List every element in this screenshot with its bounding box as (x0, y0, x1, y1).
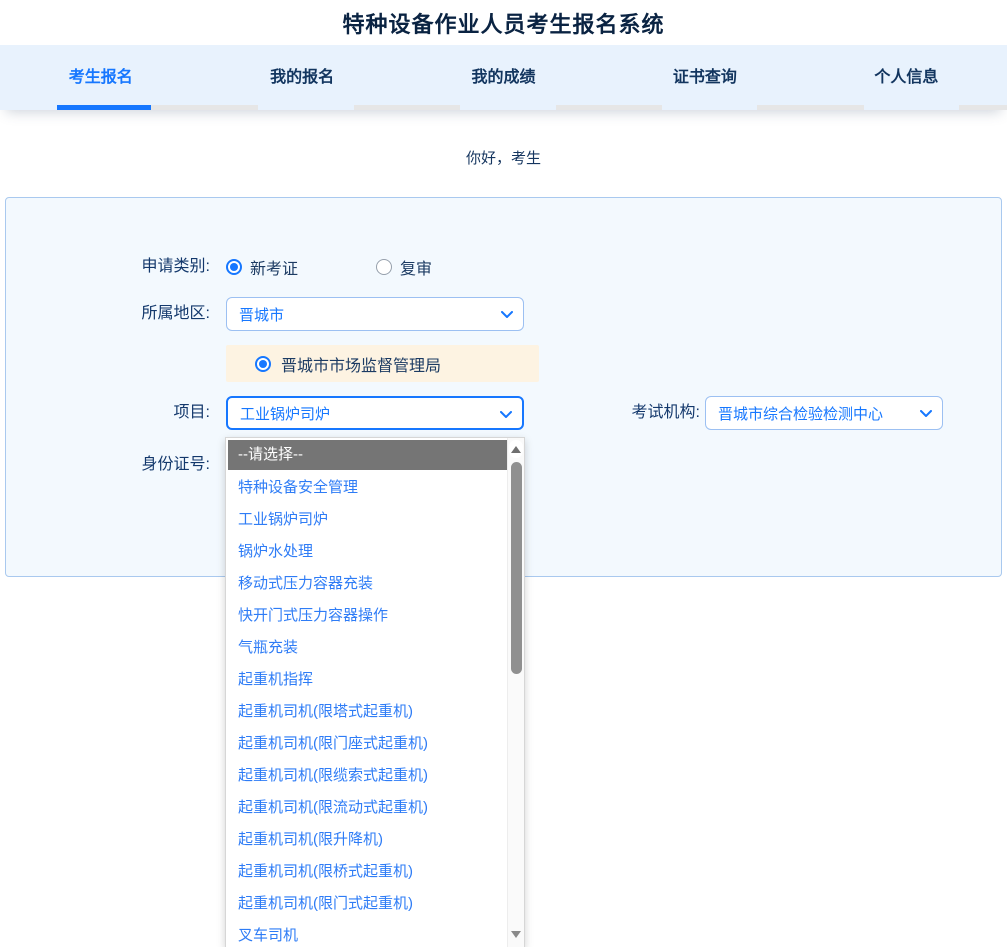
chevron-down-icon (501, 311, 513, 319)
dropdown-option[interactable]: 起重机司机(限塔式起重机) (228, 696, 507, 728)
radio-unchecked-icon (376, 259, 392, 275)
dropdown-scrollbar[interactable] (507, 438, 524, 947)
radio-checked-icon (226, 259, 242, 275)
dropdown-option[interactable]: 起重机司机(限门座式起重机) (228, 728, 507, 760)
dropdown-option[interactable]: 气瓶充装 (228, 632, 507, 664)
radio-option-label: 新考证 (250, 255, 298, 279)
tab-personal-info[interactable]: 个人信息 (806, 45, 1007, 105)
dropdown-option[interactable]: 起重机指挥 (228, 664, 507, 696)
authority-label: 晋城市市场监督管理局 (281, 352, 441, 376)
tab-divider (556, 105, 662, 110)
exam-org-select-value: 晋城市综合检验检测中心 (718, 403, 883, 424)
dropdown-option[interactable]: 工业锅炉司炉 (228, 504, 507, 536)
project-select-value: 工业锅炉司炉 (240, 403, 330, 424)
region-label: 所属地区: (6, 297, 210, 331)
project-dropdown-list: --请选择-- 特种设备安全管理 工业锅炉司炉 锅炉水处理 移动式压力容器充装 … (226, 438, 507, 947)
dropdown-option[interactable]: 起重机司机(限桥式起重机) (228, 856, 507, 888)
radio-option-review[interactable]: 复审 (376, 255, 432, 279)
dropdown-option[interactable]: 起重机司机(限流动式起重机) (228, 792, 507, 824)
tab-divider (959, 105, 1007, 110)
project-label: 项目: (6, 396, 210, 430)
tab-candidate-registration[interactable]: 考生报名 (0, 45, 201, 105)
tab-divider (757, 105, 864, 110)
tab-underline-strip (0, 105, 1007, 110)
dropdown-option[interactable]: 叉车司机 (228, 920, 507, 947)
dropdown-option[interactable]: 移动式压力容器充装 (228, 568, 507, 600)
id-number-label: 身份证号: (6, 455, 210, 475)
dropdown-option-placeholder[interactable]: --请选择-- (228, 440, 507, 470)
tab-my-registration[interactable]: 我的报名 (201, 45, 402, 105)
radio-option-new-certificate[interactable]: 新考证 (226, 255, 298, 279)
dropdown-option[interactable]: 起重机司机(限缆索式起重机) (228, 760, 507, 792)
application-type-label: 申请类别: (6, 252, 210, 282)
scrollbar-thumb[interactable] (511, 462, 522, 674)
tab-divider (151, 105, 258, 110)
region-select-value: 晋城市 (239, 304, 284, 325)
exam-org-select[interactable]: 晋城市综合检验检测中心 (705, 396, 943, 430)
dropdown-option[interactable]: 起重机司机(限门式起重机) (228, 888, 507, 920)
scroll-up-icon (511, 446, 521, 453)
active-tab-indicator (57, 105, 151, 110)
title-bar: 特种设备作业人员考生报名系统 (0, 0, 1007, 45)
scroll-down-icon (511, 931, 521, 938)
project-row: 项目: 工业锅炉司炉 考试机构: 晋城市综合检验检测中心 (6, 396, 1001, 430)
tab-certificate-query[interactable]: 证书查询 (604, 45, 805, 105)
greeting-text: 你好，考生 (0, 147, 1007, 168)
page-title: 特种设备作业人员考生报名系统 (342, 7, 664, 39)
dropdown-option[interactable]: 特种设备安全管理 (228, 472, 507, 504)
dropdown-option[interactable]: 快开门式压力容器操作 (228, 600, 507, 632)
exam-org-label: 考试机构: (466, 396, 700, 430)
application-type-row: 申请类别: 新考证 复审 (6, 252, 1001, 282)
radio-option-label: 复审 (400, 255, 432, 279)
tab-divider (354, 105, 460, 110)
application-type-radio-group: 新考证 复审 (226, 252, 432, 282)
region-row: 所属地区: 晋城市 (6, 297, 1001, 331)
page: 特种设备作业人员考生报名系统 考生报名 我的报名 我的成绩 证书查询 个人信息 … (0, 0, 1007, 947)
dropdown-option[interactable]: 起重机司机(限升降机) (228, 824, 507, 856)
project-dropdown: --请选择-- 特种设备安全管理 工业锅炉司炉 锅炉水处理 移动式压力容器充装 … (225, 437, 525, 947)
chevron-down-icon (920, 410, 932, 418)
tab-bar: 考生报名 我的报名 我的成绩 证书查询 个人信息 (0, 45, 1007, 105)
tab-my-scores[interactable]: 我的成绩 (403, 45, 604, 105)
radio-checked-icon (255, 356, 271, 372)
scroll-down-button[interactable] (509, 925, 523, 943)
main-nav: 考生报名 我的报名 我的成绩 证书查询 个人信息 (0, 45, 1007, 110)
region-select[interactable]: 晋城市 (226, 297, 524, 331)
authority-radio-option[interactable]: 晋城市市场监督管理局 (226, 345, 539, 382)
dropdown-option[interactable]: 锅炉水处理 (228, 536, 507, 568)
scroll-up-button[interactable] (509, 440, 523, 458)
